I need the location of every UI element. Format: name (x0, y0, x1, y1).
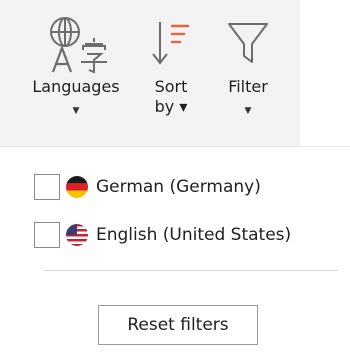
german-label: German (Germany) (96, 177, 261, 197)
germany-flag-icon (66, 176, 88, 198)
filter-option-german[interactable]: German (Germany) (34, 172, 261, 202)
languages-label: Languages (32, 77, 120, 96)
chevron-down-icon: ▼ (244, 106, 252, 116)
filter-label: Filter (228, 77, 268, 96)
filter-button[interactable]: Filter ▼ (216, 0, 280, 146)
sort-by-label: by ▾ (154, 97, 188, 116)
reset-filters-button[interactable]: Reset filters (98, 305, 258, 345)
ribbon-divider (0, 146, 350, 147)
filter-option-english[interactable]: English (United States) (34, 220, 291, 250)
languages-button[interactable]: Languages ▼ (14, 0, 138, 146)
filter-icon (227, 22, 269, 70)
language-filter-panel: Languages ▼ Sort by ▾ Filter ▼ German (G… (0, 0, 350, 358)
sort-label: Sort (154, 77, 188, 96)
german-checkbox[interactable] (34, 174, 60, 200)
sort-descending-icon (151, 20, 191, 72)
divider (44, 270, 338, 271)
us-flag-icon (66, 224, 88, 246)
sort-by-button[interactable]: Sort by ▾ (146, 0, 196, 146)
chevron-down-icon: ▼ (72, 106, 80, 116)
english-checkbox[interactable] (34, 222, 60, 248)
english-label: English (United States) (96, 225, 292, 245)
ribbon-empty-area (300, 0, 350, 146)
translate-icon (45, 14, 107, 78)
